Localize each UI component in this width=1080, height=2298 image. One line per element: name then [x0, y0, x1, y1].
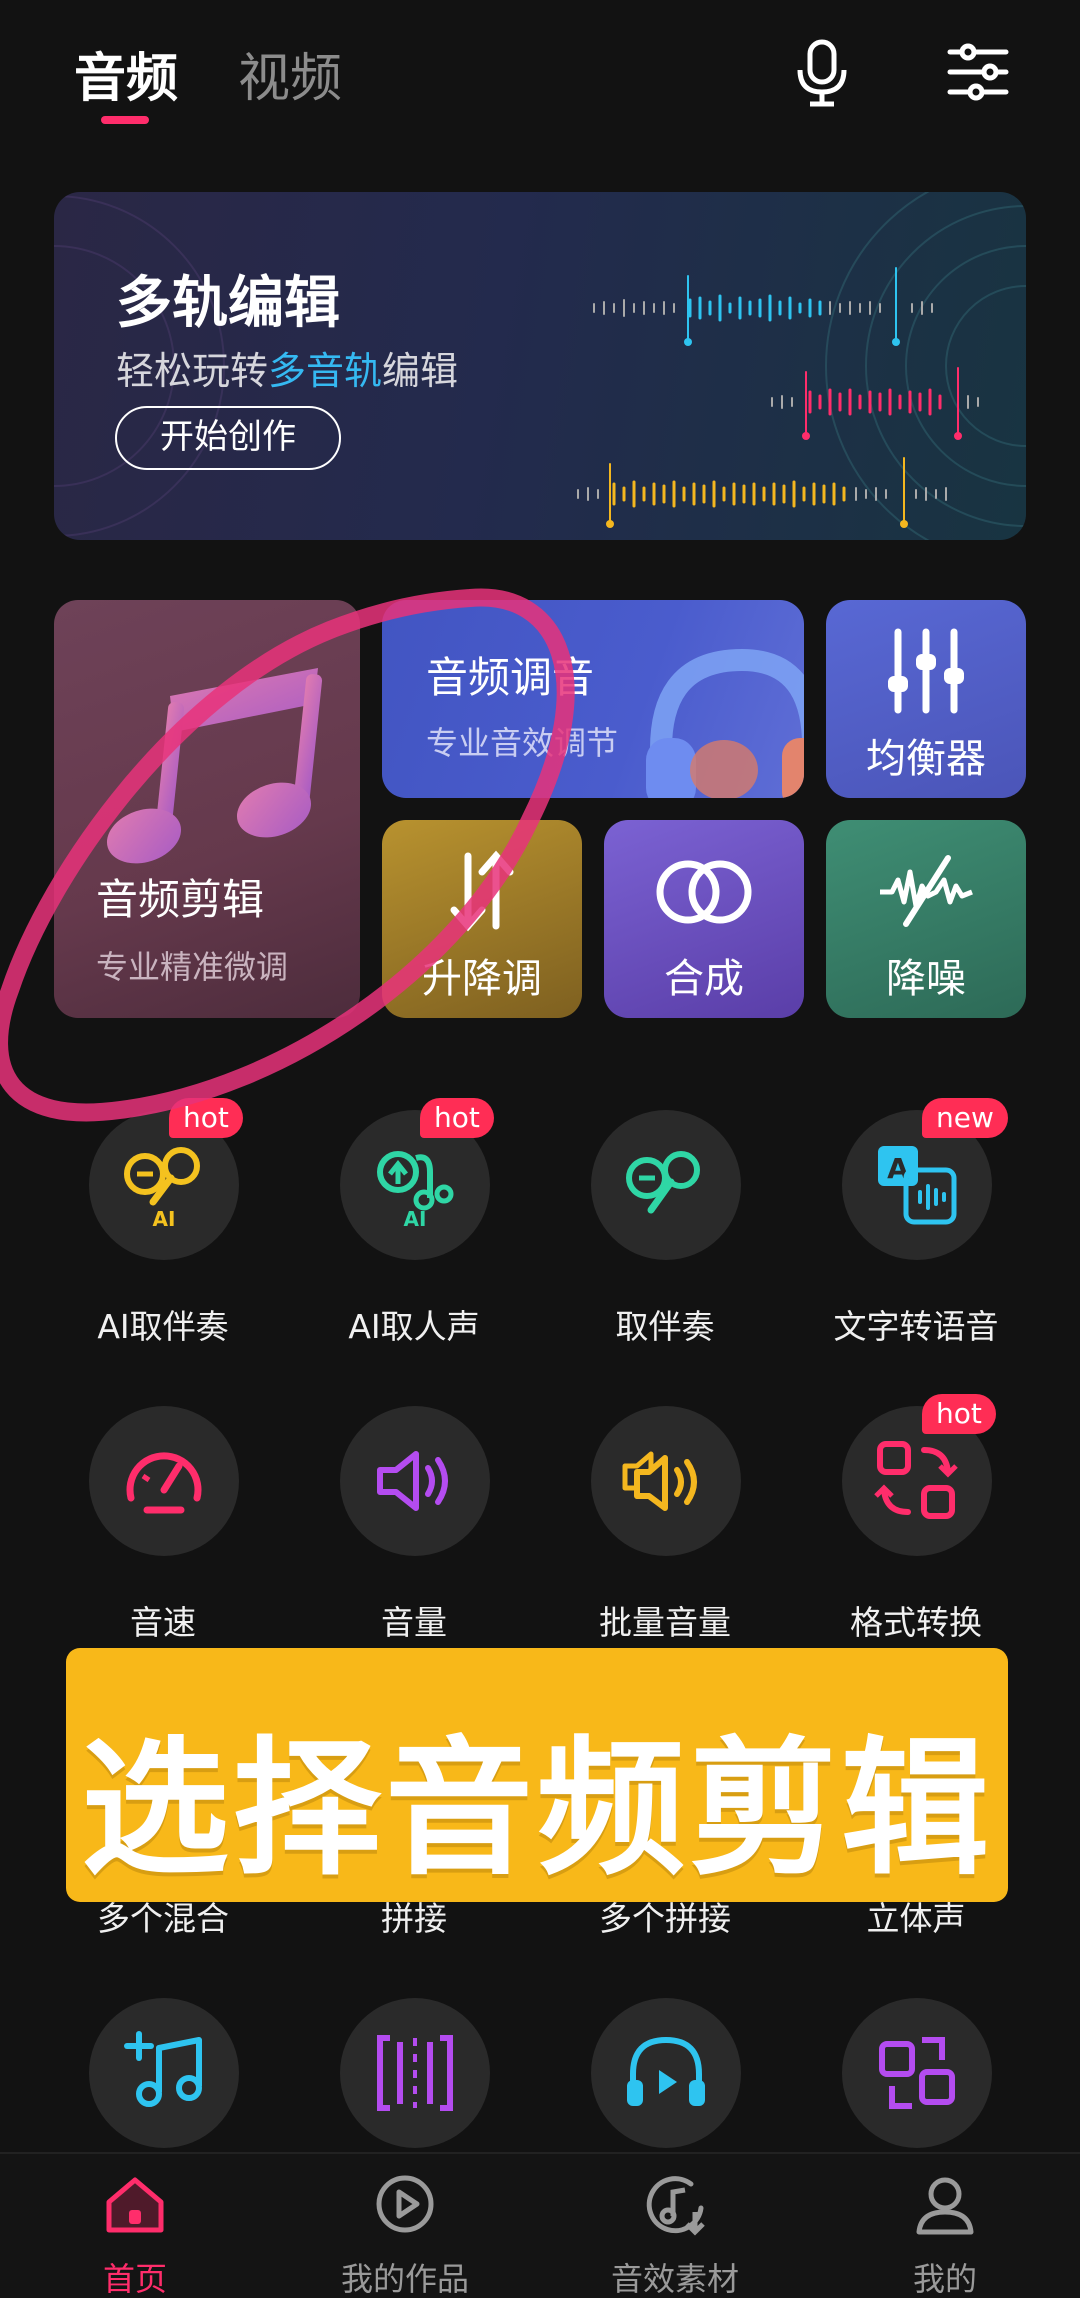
nav-home-label: 首页 [102, 2260, 167, 2298]
pitch-card[interactable]: 升降调 [382, 820, 582, 1018]
mix-card[interactable]: 合成 [604, 820, 804, 1018]
nav-my-works[interactable]: 我的作品 [270, 2154, 540, 2298]
noise-wave-icon [880, 855, 973, 927]
tool-label: 批量音量 [599, 1603, 731, 1642]
svg-text:AI: AI [404, 1207, 427, 1230]
audio-tune-card[interactable]: 音频调音 专业音效调节 [382, 600, 804, 798]
split-icon [377, 2035, 453, 2111]
home-icon [106, 2177, 164, 2233]
add-music-icon [124, 2031, 202, 2107]
equalizer-label: 均衡器 [866, 736, 986, 782]
format-convert-icon [874, 1441, 958, 1519]
tool-ai-accompaniment[interactable]: AI hot AI取伴奏 [38, 1098, 288, 1370]
start-create-button[interactable]: 开始创作 [115, 406, 341, 470]
tool-speed[interactable]: 音速 [38, 1406, 288, 1666]
tool-format-convert[interactable]: hot 格式转换 [791, 1394, 1041, 1666]
profile-icon [916, 2177, 974, 2235]
audio-edit-card[interactable]: 音频剪辑 专业精准微调 [54, 600, 360, 1018]
ai-vocal-icon: AI [377, 1151, 454, 1230]
tool-label: 格式转换 [850, 1603, 982, 1642]
tool-accompaniment[interactable]: 取伴奏 [540, 1110, 790, 1370]
headphones-icon [646, 648, 804, 798]
nav-my-works-label: 我的作品 [340, 2260, 469, 2298]
new-badge: new [922, 1098, 1008, 1138]
top-bar: 音频 视频 [0, 0, 1080, 150]
app-screen: 音频 视频 多轨编辑 轻松玩转多音轨编辑 开始创作 音频剪辑 专业精准微调 音频… [0, 0, 1080, 2298]
interlocked-rings-icon [656, 860, 752, 924]
nav-sound-material[interactable]: 音效素材 [540, 2154, 810, 2298]
tool-label: 取伴奏 [615, 1307, 715, 1346]
tool-volume[interactable]: 音量 [289, 1406, 539, 1666]
text-to-speech-icon: A [878, 1146, 957, 1225]
tab-audio[interactable]: 音频 [74, 36, 178, 111]
swap-icon [879, 2037, 955, 2109]
tab-video[interactable]: 视频 [238, 36, 342, 111]
tool-label: 文字转语音 [833, 1307, 999, 1346]
music-note-icon [106, 668, 323, 864]
multitrack-banner[interactable]: 多轨编辑 轻松玩转多音轨编辑 开始创作 [54, 192, 1026, 540]
sound-material-icon [646, 2176, 705, 2236]
nav-profile-label: 我的 [912, 2260, 977, 2298]
ai-accompaniment-icon: AI [124, 1147, 200, 1230]
hot-badge: hot [169, 1098, 243, 1138]
nav-home[interactable]: 首页 [0, 2154, 270, 2298]
tool-label: AI取伴奏 [97, 1307, 229, 1346]
bottom-nav: 首页 我的作品 音效素材 我的 [0, 2152, 1080, 2298]
banner-subtitle: 轻松玩转多音轨编辑 [116, 349, 459, 393]
pitch-label: 升降调 [422, 956, 542, 1002]
my-works-icon [376, 2175, 434, 2233]
tool-ai-vocal[interactable]: AI hot AI取人声 [289, 1098, 539, 1370]
svg-text:AI: AI [153, 1207, 176, 1230]
tool-label: 音速 [130, 1603, 196, 1642]
instruction-text: 选择音频剪辑 [81, 1723, 993, 1895]
up-down-arrows-icon [450, 850, 514, 932]
tool-label: AI取人声 [348, 1307, 480, 1346]
audio-tune-subtitle: 专业音效调节 [426, 724, 619, 762]
tool-batch-volume[interactable]: 批量音量 [540, 1406, 790, 1666]
audio-edit-title: 音频剪辑 [96, 875, 265, 924]
hot-badge: hot [922, 1394, 996, 1434]
tool-text-to-speech[interactable]: A new 文字转语音 [791, 1098, 1041, 1370]
nav-profile[interactable]: 我的 [810, 2154, 1080, 2298]
denoise-label: 降噪 [886, 956, 966, 1002]
denoise-card[interactable]: 降噪 [826, 820, 1026, 1018]
accompaniment-icon [626, 1151, 700, 1214]
banner-title: 多轨编辑 [116, 271, 340, 336]
headphone-play-icon [627, 2036, 705, 2106]
instruction-overlay: 选择音频剪辑 [66, 1648, 1008, 1902]
waveform-tracks-icon [577, 267, 979, 528]
equalizer-icon [888, 628, 964, 714]
audio-edit-subtitle: 专业精准微调 [96, 948, 289, 986]
speedometer-icon [126, 1452, 202, 1514]
microphone-icon[interactable] [786, 36, 858, 108]
hot-badge: hot [420, 1098, 494, 1138]
settings-sliders-icon[interactable] [942, 36, 1014, 108]
tool-label: 音量 [381, 1603, 447, 1642]
mix-label: 合成 [664, 956, 744, 1002]
nav-sound-material-label: 音效素材 [610, 2260, 739, 2298]
equalizer-card[interactable]: 均衡器 [826, 600, 1026, 798]
tab-active-indicator [101, 116, 149, 124]
audio-tune-title: 音频调音 [426, 653, 595, 702]
batch-volume-icon [622, 1451, 697, 1511]
volume-icon [377, 1451, 448, 1511]
